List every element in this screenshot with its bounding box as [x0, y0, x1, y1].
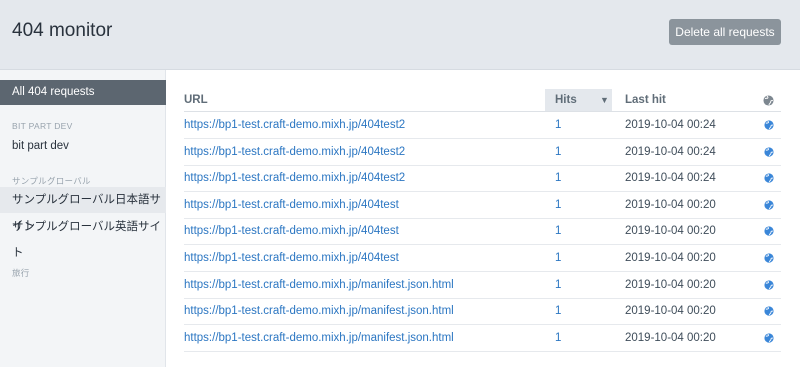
- last-hit-timestamp: 2019-10-04 00:24: [625, 172, 716, 185]
- last-hit-timestamp: 2019-10-04 00:20: [625, 305, 716, 318]
- globe-icon[interactable]: [764, 280, 774, 290]
- sidebar: All 404 requests BIT PART DEV bit part d…: [0, 70, 166, 367]
- last-hit-timestamp: 2019-10-04 00:20: [625, 252, 716, 264]
- request-url-link[interactable]: https://bp1-test.craft-demo.mixh.jp/404t…: [184, 192, 399, 218]
- hits-count-link[interactable]: 1: [555, 139, 561, 165]
- last-hit-timestamp: 2019-10-04 00:24: [625, 145, 716, 158]
- column-header-hits-label: Hits: [555, 94, 577, 106]
- column-header-last-hit[interactable]: Last hit: [625, 89, 666, 111]
- hits-count-link[interactable]: 1: [555, 165, 561, 191]
- column-header-url[interactable]: URL: [184, 89, 208, 111]
- sidebar-item-all-requests[interactable]: All 404 requests: [0, 80, 166, 105]
- table-row: https://bp1-test.craft-demo.mixh.jp/404t…: [184, 245, 781, 272]
- column-header-hits[interactable]: Hits ▼: [545, 89, 612, 111]
- sidebar-item-sample-global-english[interactable]: サンプルグローバル英語サイト: [0, 214, 166, 259]
- globe-icon[interactable]: [764, 253, 774, 263]
- hits-count-link[interactable]: 1: [555, 245, 561, 271]
- request-url-link[interactable]: https://bp1-test.craft-demo.mixh.jp/404t…: [184, 218, 399, 244]
- request-url-link[interactable]: https://bp1-test.craft-demo.mixh.jp/404t…: [184, 112, 405, 138]
- sidebar-heading-sample-global: サンプルグローバル: [12, 176, 91, 186]
- sidebar-heading-travel: 旅行: [12, 268, 30, 278]
- delete-all-requests-button[interactable]: Delete all requests: [669, 19, 781, 45]
- hits-count-link[interactable]: 1: [555, 112, 561, 138]
- globe-icon[interactable]: [764, 173, 774, 183]
- last-hit-timestamp: 2019-10-04 00:20: [625, 198, 716, 211]
- hits-count-link[interactable]: 1: [555, 298, 561, 324]
- globe-icon[interactable]: [764, 120, 774, 130]
- table-row: https://bp1-test.craft-demo.mixh.jp/404t…: [184, 139, 781, 166]
- globe-icon[interactable]: [764, 200, 774, 210]
- sort-descending-icon: ▼: [600, 95, 609, 105]
- page-title: 404 monitor: [12, 20, 113, 41]
- table-row: https://bp1-test.craft-demo.mixh.jp/404t…: [184, 192, 781, 219]
- page-header: 404 monitor Delete all requests: [0, 0, 800, 70]
- globe-icon[interactable]: [764, 333, 774, 343]
- table-row: https://bp1-test.craft-demo.mixh.jp/mani…: [184, 325, 781, 352]
- table-row: https://bp1-test.craft-demo.mixh.jp/404t…: [184, 112, 781, 139]
- request-url-link[interactable]: https://bp1-test.craft-demo.mixh.jp/404t…: [184, 139, 405, 165]
- hits-count-link[interactable]: 1: [555, 218, 561, 244]
- table-row: https://bp1-test.craft-demo.mixh.jp/404t…: [184, 165, 781, 193]
- table-row: https://bp1-test.craft-demo.mixh.jp/mani…: [184, 298, 781, 326]
- sidebar-item-bit-part-dev[interactable]: bit part dev: [0, 133, 166, 159]
- table-row: https://bp1-test.craft-demo.mixh.jp/mani…: [184, 272, 781, 299]
- hits-count-link[interactable]: 1: [555, 192, 561, 218]
- request-url-link[interactable]: https://bp1-test.craft-demo.mixh.jp/404t…: [184, 245, 399, 271]
- globe-icon[interactable]: [764, 306, 774, 316]
- table-row: https://bp1-test.craft-demo.mixh.jp/404t…: [184, 218, 781, 246]
- last-hit-timestamp: 2019-10-04 00:24: [625, 119, 716, 131]
- last-hit-timestamp: 2019-10-04 00:20: [625, 278, 716, 291]
- globe-icon: [763, 95, 774, 106]
- request-url-link[interactable]: https://bp1-test.craft-demo.mixh.jp/mani…: [184, 325, 454, 351]
- last-hit-timestamp: 2019-10-04 00:20: [625, 225, 716, 238]
- sidebar-heading-bit-part-dev: BIT PART DEV: [12, 121, 73, 131]
- hits-count-link[interactable]: 1: [555, 272, 561, 298]
- sidebar-item-sample-global-japanese[interactable]: サンプルグローバル日本語サイト: [0, 187, 166, 232]
- request-url-link[interactable]: https://bp1-test.craft-demo.mixh.jp/mani…: [184, 272, 454, 298]
- last-hit-timestamp: 2019-10-04 00:20: [625, 331, 716, 344]
- hits-count-link[interactable]: 1: [555, 325, 561, 351]
- request-url-link[interactable]: https://bp1-test.craft-demo.mixh.jp/404t…: [184, 165, 405, 191]
- globe-icon[interactable]: [764, 226, 774, 236]
- globe-icon[interactable]: [764, 147, 774, 157]
- request-url-link[interactable]: https://bp1-test.craft-demo.mixh.jp/mani…: [184, 298, 454, 324]
